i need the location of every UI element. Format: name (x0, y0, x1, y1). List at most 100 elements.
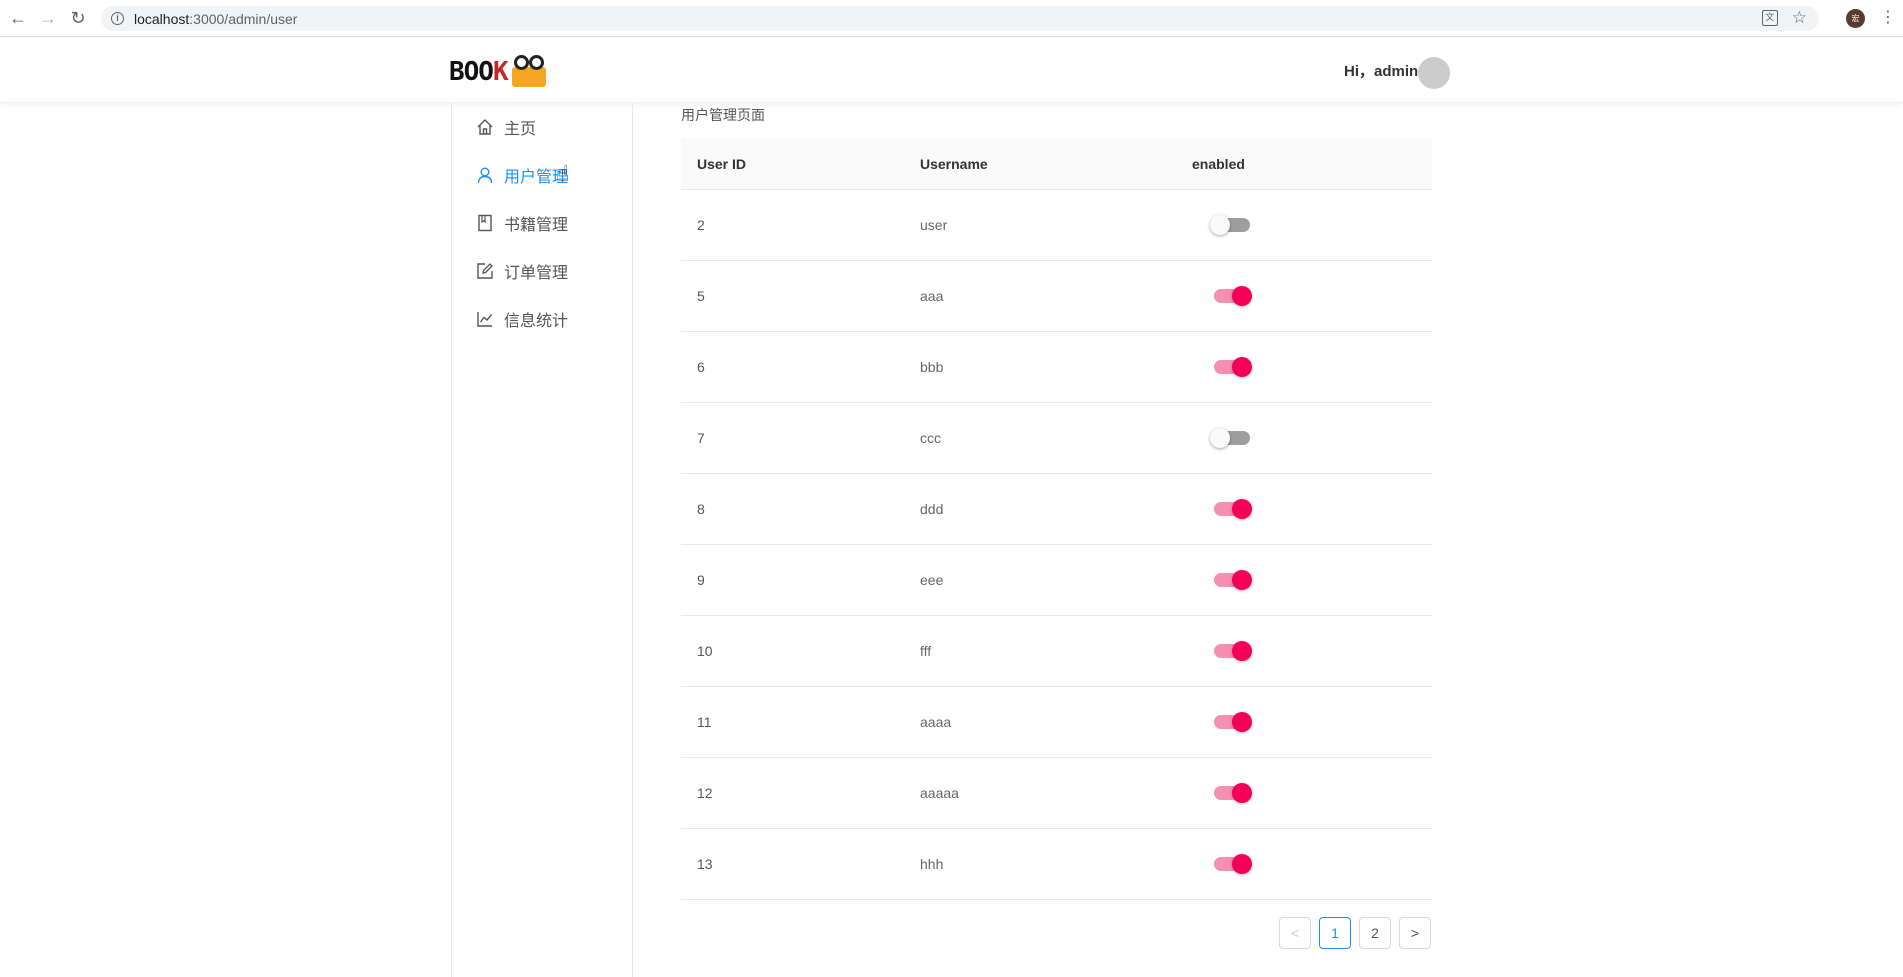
sidebar-item-users[interactable]: 用户管理 (476, 163, 568, 187)
username-cell: aaa (920, 288, 944, 304)
enabled-toggle[interactable] (1214, 570, 1252, 590)
enabled-toggle[interactable] (1210, 215, 1250, 235)
column-header-enabled: enabled (1192, 156, 1245, 172)
user-id-cell: 5 (697, 288, 705, 304)
enabled-toggle[interactable] (1214, 641, 1252, 661)
forward-arrow-icon[interactable]: → (36, 6, 60, 30)
translate-icon[interactable]: 文 (1761, 10, 1778, 26)
browser-profile-avatar[interactable]: 宏 (1846, 9, 1865, 28)
sidebar: 主页 用户管理 书籍管理 订单管理 信息统计 (451, 103, 633, 977)
column-header-username: Username (920, 156, 988, 172)
site-info-icon[interactable]: i (111, 12, 124, 25)
username-cell: ddd (920, 501, 944, 517)
username-cell: aaaa (920, 714, 952, 730)
enabled-toggle[interactable] (1214, 783, 1252, 803)
username-cell: aaaaa (920, 785, 959, 801)
table-row: 10 fff (681, 616, 1432, 687)
next-page-button[interactable]: > (1399, 917, 1431, 949)
username-cell: ccc (920, 430, 941, 446)
user-id-cell: 7 (697, 430, 705, 446)
enabled-toggle[interactable] (1214, 357, 1252, 377)
toggle-knob (1232, 286, 1252, 306)
page-title: 用户管理页面 (681, 107, 765, 123)
table-row: 11 aaaa (681, 687, 1432, 758)
enabled-cell (1176, 499, 1432, 519)
book-icon (476, 214, 494, 232)
book-logo[interactable]: BOOK (449, 55, 548, 89)
sidebar-item-books[interactable]: 书籍管理 (476, 211, 568, 235)
table-row: 7 ccc (681, 403, 1432, 474)
back-arrow-icon[interactable]: ← (6, 6, 30, 30)
logo-mascot-icon (510, 55, 548, 89)
enabled-toggle[interactable] (1210, 428, 1250, 448)
bookmark-star-icon[interactable]: ☆ (1792, 9, 1807, 27)
sidebar-item-orders[interactable]: 订单管理 (476, 259, 568, 283)
enabled-cell (1176, 641, 1432, 661)
sidebar-item-label: 主页 (504, 121, 537, 138)
prev-page-button[interactable]: < (1279, 917, 1311, 949)
toggle-knob (1210, 428, 1230, 448)
toggle-knob (1232, 854, 1252, 874)
sidebar-item-label: 书籍管理 (504, 217, 569, 234)
edit-icon (476, 262, 494, 280)
username-cell: user (920, 217, 948, 233)
enabled-cell (1176, 215, 1432, 235)
table-row: 13 hhh (681, 829, 1432, 900)
user-id-cell: 2 (697, 217, 705, 233)
address-bar[interactable]: i localhost:3000/admin/user 文 ☆ (101, 6, 1819, 31)
user-id-cell: 11 (697, 714, 712, 730)
enabled-cell (1176, 712, 1432, 732)
enabled-cell (1176, 783, 1432, 803)
sidebar-item-label: 信息统计 (504, 313, 569, 330)
enabled-cell (1176, 286, 1432, 306)
enabled-cell (1176, 854, 1432, 874)
table-row: 6 bbb (681, 332, 1432, 403)
toggle-knob (1232, 712, 1252, 732)
user-id-cell: 9 (697, 572, 705, 588)
table-body: 2 user 5 aaa 6 bbb 7 ccc 8 ddd 9 eee 10 fff 11 aaaa 12 aa… (681, 190, 1432, 900)
column-header-user-id: User ID (697, 156, 747, 172)
page-1-button[interactable]: 1 (1319, 917, 1351, 949)
toggle-knob (1232, 357, 1252, 377)
username-cell: bbb (920, 359, 944, 375)
table-row: 2 user (681, 190, 1432, 261)
avatar[interactable] (1418, 57, 1450, 89)
table-row: 5 aaa (681, 261, 1432, 332)
reload-icon[interactable]: ↻ (66, 6, 90, 30)
table-row: 8 ddd (681, 474, 1432, 545)
user-id-cell: 10 (697, 643, 713, 659)
toggle-knob (1232, 783, 1252, 803)
browser-menu-icon[interactable]: ⋮ (1880, 8, 1896, 28)
sidebar-item-label: 订单管理 (504, 265, 569, 282)
logo-text: BOOK (449, 57, 509, 87)
toggle-knob (1232, 499, 1252, 519)
sidebar-item-home[interactable]: 主页 (476, 115, 536, 139)
enabled-cell (1176, 428, 1432, 448)
mouse-pointer-hand-icon: ☝ (556, 161, 570, 186)
toggle-knob (1210, 215, 1230, 235)
page-2-button[interactable]: 2 (1359, 917, 1391, 949)
enabled-toggle[interactable] (1214, 499, 1252, 519)
users-table: User ID Username enabled 2 user 5 aaa 6 bbb 7 c… (681, 139, 1432, 900)
sidebar-item-statistics[interactable]: 信息统计 (476, 307, 568, 331)
username-cell: hhh (920, 856, 944, 872)
username-cell: eee (920, 572, 944, 588)
user-id-cell: 13 (697, 856, 713, 872)
table-row: 12 aaaaa (681, 758, 1432, 829)
line-chart-icon (476, 310, 494, 328)
username-cell: fff (920, 643, 932, 659)
url-text[interactable]: localhost:3000/admin/user (134, 11, 297, 27)
enabled-toggle[interactable] (1214, 286, 1252, 306)
user-greeting: Hi，admin (1344, 63, 1419, 80)
toggle-knob (1232, 641, 1252, 661)
user-id-cell: 6 (697, 359, 705, 375)
home-icon (476, 118, 494, 136)
app-header: BOOK Hi，admin (0, 37, 1903, 103)
toggle-knob (1232, 570, 1252, 590)
table-header: User ID Username enabled (681, 139, 1432, 190)
enabled-toggle[interactable] (1214, 712, 1252, 732)
user-id-cell: 12 (697, 785, 713, 801)
enabled-cell (1176, 357, 1432, 377)
enabled-toggle[interactable] (1214, 854, 1252, 874)
table-row: 9 eee (681, 545, 1432, 616)
